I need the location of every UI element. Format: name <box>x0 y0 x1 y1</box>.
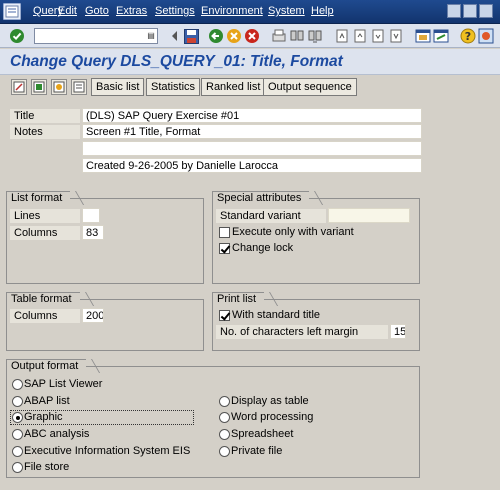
execute-only-label: Execute only with variant <box>232 226 354 238</box>
graphic-label: Graphic <box>24 411 63 423</box>
table-format-group <box>6 299 204 351</box>
svg-text:?: ? <box>465 30 471 43</box>
print-icon[interactable] <box>271 28 287 44</box>
menu-extras[interactable]: Extras <box>116 5 147 17</box>
table-columns-field[interactable]: 200 <box>82 308 104 323</box>
field-group-icon[interactable] <box>71 79 87 95</box>
layout-icon[interactable] <box>478 28 494 44</box>
radio-graphic[interactable] <box>12 412 23 423</box>
menu-settings[interactable]: Settings <box>155 5 195 17</box>
menu-environment[interactable]: Environment <box>201 5 263 17</box>
list-columns-label: Columns <box>10 226 80 240</box>
command-field[interactable]: ▤ <box>34 28 158 44</box>
title-label: Title <box>10 109 80 123</box>
next-page-icon[interactable] <box>370 28 386 44</box>
table-format-title: Table format <box>6 292 80 305</box>
private-file-label: Private file <box>231 445 283 457</box>
display-change-icon[interactable] <box>11 79 27 95</box>
radio-abap-list[interactable] <box>12 396 23 407</box>
enter-icon[interactable] <box>9 28 25 44</box>
display-as-table-label: Display as table <box>231 395 309 407</box>
page-title: Change Query DLS_QUERY_01: Title, Format <box>10 53 343 70</box>
cancel-icon[interactable] <box>244 28 260 44</box>
special-attributes-title: Special attributes <box>212 191 310 204</box>
print-list-title: Print list <box>212 292 265 305</box>
notes-field-2[interactable] <box>82 141 422 156</box>
menu-help[interactable]: Help <box>311 5 334 17</box>
test-icon[interactable] <box>31 79 47 95</box>
back-icon[interactable] <box>208 28 224 44</box>
output-sequence-button[interactable]: Output sequence <box>263 78 357 96</box>
maximize-icon[interactable] <box>463 4 477 18</box>
abap-list-label: ABAP list <box>24 395 70 407</box>
find-next-icon[interactable] <box>307 28 323 44</box>
title-field[interactable]: (DLS) SAP Query Exercise #01 <box>82 108 422 123</box>
notes-field-1[interactable]: Screen #1 Title, Format <box>82 124 422 139</box>
standard-variant-field[interactable] <box>328 208 410 223</box>
change-lock-checkbox[interactable] <box>219 243 230 254</box>
previous-page-icon[interactable] <box>352 28 368 44</box>
list-columns-field[interactable]: 83 <box>82 225 104 240</box>
command-input[interactable] <box>35 29 143 43</box>
notes-label: Notes <box>10 125 80 139</box>
sap-list-viewer-label: SAP List Viewer <box>24 378 103 390</box>
standard-variant-label: Standard variant <box>216 209 326 223</box>
radio-display-as-table[interactable] <box>219 396 230 407</box>
eis-label: Executive Information System EIS <box>24 445 191 457</box>
radio-sap-list-viewer[interactable] <box>12 379 23 390</box>
lines-field[interactable] <box>82 208 100 223</box>
left-margin-field[interactable]: 15 <box>390 324 406 339</box>
last-page-icon[interactable] <box>388 28 404 44</box>
first-page-icon[interactable] <box>334 28 350 44</box>
application-toolbar: Basic list Statistics Ranked list Output… <box>0 76 500 98</box>
radio-file-store[interactable] <box>12 462 23 473</box>
title-bar: Change Query DLS_QUERY_01: Title, Format <box>0 49 500 75</box>
list-format-title: List format <box>6 191 71 204</box>
command-history-icon[interactable]: ▤ <box>146 30 156 42</box>
create-session-icon[interactable] <box>415 28 431 44</box>
exit-icon[interactable] <box>226 28 242 44</box>
save-icon[interactable] <box>183 28 199 44</box>
basic-list-button[interactable]: Basic list <box>91 78 145 96</box>
abc-analysis-label: ABC analysis <box>24 428 90 440</box>
ranked-list-button[interactable]: Ranked list <box>201 78 266 96</box>
standard-title-label: With standard title <box>232 309 321 321</box>
file-store-label: File store <box>24 461 70 473</box>
radio-word-processing[interactable] <box>219 412 230 423</box>
execute-only-checkbox[interactable] <box>219 227 230 238</box>
spreadsheet-label: Spreadsheet <box>231 428 294 440</box>
standard-title-checkbox[interactable] <box>219 310 230 321</box>
change-lock-label: Change lock <box>232 242 294 254</box>
system-toolbar: ▤ ? <box>0 24 500 48</box>
word-processing-label: Word processing <box>231 411 314 423</box>
shortcut-icon[interactable] <box>433 28 449 44</box>
radio-private-file[interactable] <box>219 446 230 457</box>
left-margin-label: No. of characters left margin <box>216 325 388 339</box>
execute-icon[interactable] <box>51 79 67 95</box>
minimize-icon[interactable] <box>447 4 461 18</box>
menu-bar: Query Edit Goto Extras Settings Environm… <box>0 0 500 24</box>
radio-spreadsheet[interactable] <box>219 429 230 440</box>
sap-menu-icon[interactable] <box>3 3 21 20</box>
lines-label: Lines <box>10 209 80 223</box>
help-icon[interactable]: ? <box>460 28 476 44</box>
radio-eis[interactable] <box>12 446 23 457</box>
close-icon[interactable] <box>479 4 493 18</box>
menu-goto[interactable]: Goto <box>85 5 109 17</box>
find-icon[interactable] <box>289 28 305 44</box>
radio-abc-analysis[interactable] <box>12 429 23 440</box>
menu-edit[interactable]: Edit <box>58 5 77 17</box>
collapse-icon[interactable] <box>167 28 183 44</box>
statistics-button[interactable]: Statistics <box>146 78 201 96</box>
table-columns-label: Columns <box>10 309 80 323</box>
output-format-title: Output format <box>6 359 87 372</box>
notes-field-3[interactable]: Created 9-26-2005 by Danielle Larocca <box>82 158 422 173</box>
menu-system[interactable]: System <box>268 5 305 17</box>
